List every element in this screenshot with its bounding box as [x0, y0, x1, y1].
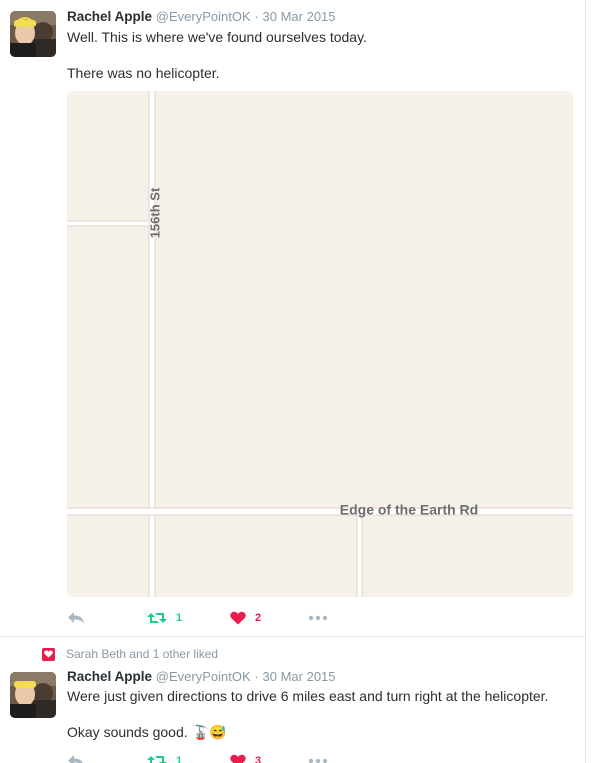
more-icon: [308, 758, 328, 763]
author-handle[interactable]: @EveryPointOK: [156, 9, 251, 24]
retweet-icon: [147, 756, 167, 763]
map-image[interactable]: 156th St Edge of the Earth Rd: [67, 91, 573, 597]
timeline-right-border: [585, 0, 586, 763]
like-button[interactable]: 2: [230, 608, 261, 628]
author-name[interactable]: Rachel Apple: [67, 669, 152, 684]
reply-icon: [68, 612, 84, 623]
tweet-date[interactable]: 30 Mar 2015: [263, 669, 336, 684]
like-button[interactable]: 3: [230, 751, 261, 763]
road-156th-st: [149, 91, 155, 597]
author-name[interactable]: Rachel Apple: [67, 9, 152, 24]
tweet-actions: 1 2: [67, 608, 367, 628]
tweet[interactable]: Rachel Apple @EveryPointOK · 30 Mar 2015…: [0, 0, 585, 637]
reply-icon: [68, 755, 83, 763]
heart-icon: [230, 611, 246, 625]
map-label-156th-st: 156th St: [147, 187, 162, 238]
tweet[interactable]: Sarah Beth and 1 other liked Rachel Appl…: [0, 637, 585, 763]
avatar[interactable]: [10, 11, 56, 57]
road-secondary: [357, 515, 362, 597]
tweet-actions: 1 3: [67, 751, 367, 763]
retweet-button[interactable]: 1: [147, 608, 182, 628]
like-count: 2: [255, 612, 262, 624]
retweet-icon: [147, 613, 167, 623]
avatar[interactable]: [10, 672, 56, 718]
separator: ·: [254, 669, 259, 684]
retweet-button[interactable]: 1: [147, 751, 182, 763]
author-handle[interactable]: @EveryPointOK: [156, 669, 251, 684]
heart-icon: [230, 754, 246, 763]
tweet-header: Rachel Apple @EveryPointOK · 30 Mar 2015: [67, 9, 336, 24]
social-context-text: Sarah Beth and 1 other liked: [66, 647, 219, 661]
more-button[interactable]: [308, 751, 328, 763]
reply-button[interactable]: [67, 608, 85, 628]
tweet-text-line: Okay sounds good. 🚡😅: [67, 724, 227, 740]
tweet-text-line: There was no helicopter.: [67, 65, 220, 81]
tweet-text-line: Were just given directions to drive 6 mi…: [67, 688, 549, 704]
like-count: 3: [255, 755, 262, 763]
retweet-count: 1: [176, 612, 183, 624]
heart-icon: [42, 647, 55, 661]
road-side: [67, 221, 149, 226]
tweet-header: Rachel Apple @EveryPointOK · 30 Mar 2015: [67, 669, 336, 684]
reply-button[interactable]: [67, 751, 85, 763]
more-icon: [308, 615, 328, 621]
road-edge-of-the-earth: [67, 508, 573, 515]
separator: ·: [254, 9, 259, 24]
tweet-date[interactable]: 30 Mar 2015: [263, 9, 336, 24]
more-button[interactable]: [308, 608, 328, 628]
retweet-count: 1: [176, 755, 183, 763]
map-label-edge-of-the-earth-rd: Edge of the Earth Rd: [340, 502, 478, 518]
social-context[interactable]: Sarah Beth and 1 other liked: [42, 647, 218, 661]
tweet-text-line: Well. This is where we've found ourselve…: [67, 29, 367, 45]
